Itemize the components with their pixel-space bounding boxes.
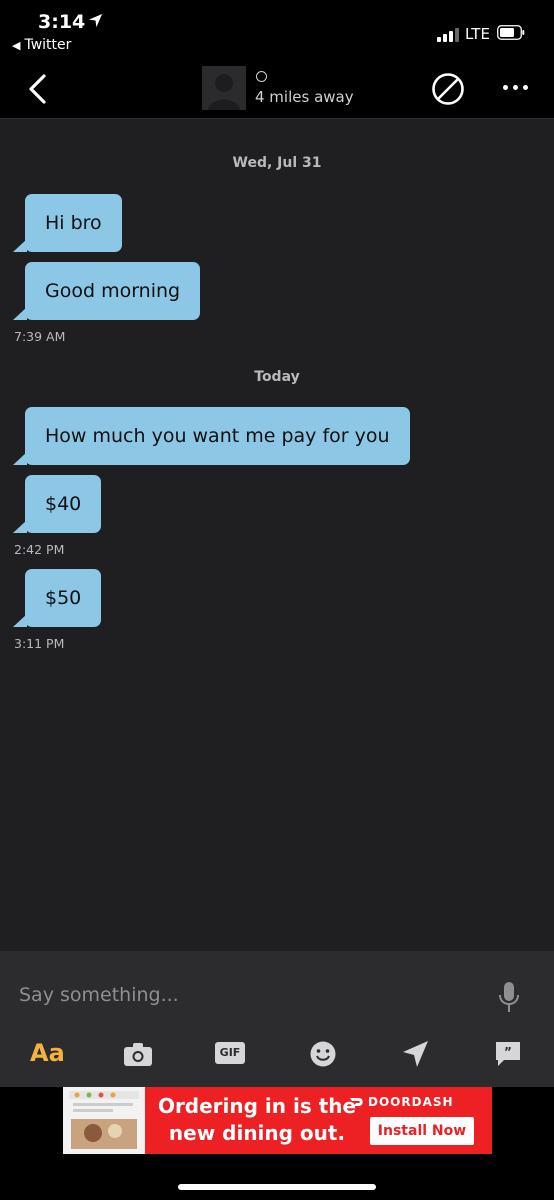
saved-phrases-icon[interactable]: ” <box>494 1039 522 1069</box>
ad-headline-line1: Ordering in is the <box>157 1094 357 1118</box>
message-timestamp: 7:39 AM <box>14 329 66 344</box>
ad-banner-area: Ordering in is the new dining out. DOORD… <box>0 1087 554 1200</box>
ad-app-preview-image <box>63 1087 145 1154</box>
date-separator: Wed, Jul 31 <box>232 155 322 171</box>
message-timestamp: 2:42 PM <box>14 542 65 557</box>
ad-brand: DOORDASH <box>368 1095 454 1109</box>
more-options-icon[interactable] <box>503 85 529 91</box>
received-message-bubble[interactable]: How much you want me pay for you <box>13 407 410 465</box>
text-format-button[interactable]: Aa <box>30 1039 65 1067</box>
message-input[interactable]: Say something... <box>19 984 179 1006</box>
received-message-bubble[interactable]: $40 <box>12 475 102 533</box>
signal-bars-icon <box>437 28 461 42</box>
message-timestamp: 3:11 PM <box>14 636 65 651</box>
install-now-button[interactable]: Install Now <box>370 1117 474 1145</box>
back-app-label: Twitter <box>24 37 72 53</box>
svg-text:”: ” <box>504 1045 512 1059</box>
status-bar: 3:14 ◀ Twitter LTE <box>0 0 554 58</box>
battery-icon <box>497 25 525 40</box>
clock: 3:14 <box>38 11 86 33</box>
date-separator: Today <box>254 369 300 385</box>
location-share-icon[interactable] <box>401 1039 429 1069</box>
received-message-bubble[interactable]: Hi bro <box>13 194 122 252</box>
microphone-icon[interactable] <box>498 981 520 1015</box>
received-message-bubble[interactable]: Good morning <box>12 262 201 320</box>
home-indicator[interactable] <box>178 1184 376 1190</box>
default-profile-icon <box>208 74 240 110</box>
emoji-icon[interactable] <box>309 1039 337 1069</box>
avatar[interactable] <box>202 66 246 110</box>
block-icon[interactable] <box>431 72 465 106</box>
back-to-app-link[interactable]: ◀ Twitter <box>12 37 71 53</box>
network-type: LTE <box>465 25 490 43</box>
chat-header: 4 miles away <box>0 58 554 119</box>
doordash-ad[interactable]: Ordering in is the new dining out. DOORD… <box>63 1087 492 1154</box>
back-triangle-icon: ◀ <box>12 39 21 52</box>
location-arrow-icon <box>88 13 103 28</box>
distance-label: 4 miles away <box>255 88 354 106</box>
received-message-bubble[interactable]: $50 <box>12 569 102 627</box>
message-composer: Say something... Aa GIF ” <box>0 951 554 1087</box>
gif-button[interactable]: GIF <box>215 1042 245 1064</box>
online-status-indicator <box>256 71 267 82</box>
camera-icon[interactable] <box>123 1039 153 1069</box>
doordash-logo-icon <box>350 1098 363 1106</box>
ad-headline-line2: new dining out. <box>168 1121 346 1145</box>
message-thread[interactable]: Wed, Jul 31 Hi bro Good morning 7:39 AM … <box>0 119 554 949</box>
back-chevron-icon[interactable] <box>26 74 48 104</box>
